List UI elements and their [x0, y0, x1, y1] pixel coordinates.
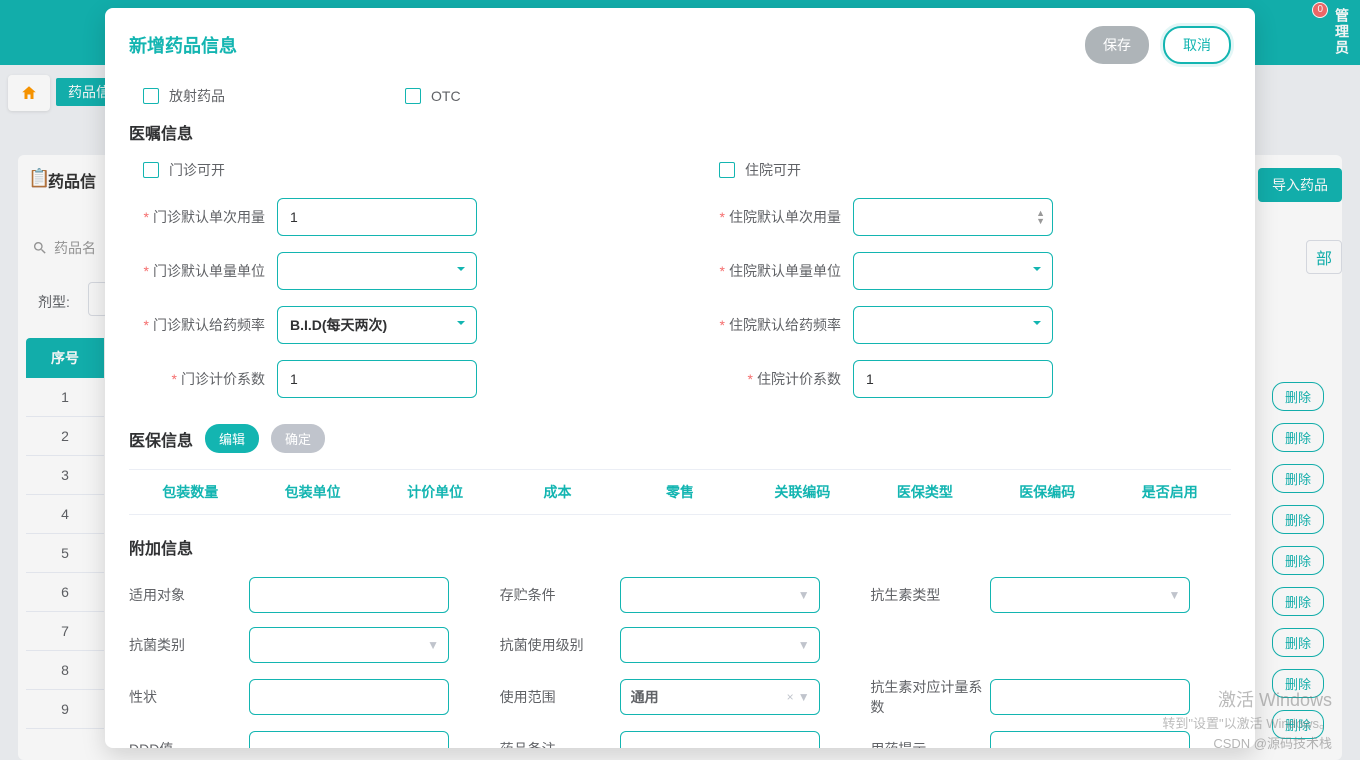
checkbox-icon	[719, 162, 735, 178]
input-in-price-coef[interactable]	[853, 360, 1053, 398]
addinfo-row: 抗生素类型 ▼	[870, 577, 1231, 613]
addinfo-row: 用药提示	[870, 731, 1231, 748]
chevron-down-icon: ▼	[1168, 588, 1180, 602]
addinfo-input[interactable]	[990, 731, 1190, 748]
label-in-dose-unit: *住院默认单量单位	[705, 261, 853, 281]
select-out-freq[interactable]	[277, 306, 477, 344]
addinfo-label: 存贮条件	[500, 585, 620, 605]
label-out-price-coef: *门诊计价系数	[129, 369, 277, 389]
chevron-down-icon: ▼	[427, 638, 439, 652]
number-spinner[interactable]: ▲▼	[1036, 209, 1045, 225]
addinfo-input[interactable]	[249, 577, 449, 613]
modal-overlay: 新增药品信息 保存 取消 放射药品 OTC 医嘱信息 门诊可开 *门诊默认单次用…	[0, 0, 1360, 760]
addinfo-input[interactable]	[990, 679, 1190, 715]
addinfo-label: 使用范围	[500, 687, 620, 707]
modal-header: 新增药品信息 保存 取消	[105, 8, 1255, 80]
chevron-down-icon: ▼	[798, 638, 810, 652]
label-out-dose: *门诊默认单次用量	[129, 207, 277, 227]
medins-th: 关联编码	[741, 482, 863, 502]
modal-title: 新增药品信息	[129, 32, 237, 58]
cancel-button[interactable]: 取消	[1163, 26, 1231, 64]
input-out-price-coef[interactable]	[277, 360, 477, 398]
addinfo-input[interactable]	[620, 731, 820, 748]
select-in-dose-unit[interactable]	[853, 252, 1053, 290]
addinfo-select[interactable]	[620, 577, 820, 613]
section-order-info: 医嘱信息	[129, 120, 1231, 144]
medins-table: 包装数量包装单位计价单位成本零售关联编码医保类型医保编码是否启用	[129, 469, 1231, 515]
addinfo-input[interactable]	[249, 731, 449, 748]
addinfo-select[interactable]	[249, 627, 449, 663]
watermark-windows-sub: 转到"设置"以激活 Windows。	[1162, 713, 1332, 732]
addinfo-row: DDD值	[129, 731, 490, 748]
checkbox-outpatient-open[interactable]: 门诊可开	[143, 160, 655, 180]
label-in-dose: *住院默认单次用量	[705, 207, 853, 227]
addinfo-label: 抗生素对应计量系数	[870, 677, 990, 717]
addinfo-row: 抗菌类别 ▼	[129, 627, 490, 663]
medins-th: 医保编码	[986, 482, 1108, 502]
medins-edit-button[interactable]: 编辑	[205, 424, 259, 453]
addinfo-label: 性状	[129, 687, 249, 707]
watermark-windows: 激活 Windows	[1218, 686, 1332, 712]
addinfo-select[interactable]	[620, 627, 820, 663]
chevron-down-icon: ▼	[798, 588, 810, 602]
addinfo-label: DDD值	[129, 739, 249, 748]
label-out-freq: *门诊默认给药频率	[129, 315, 277, 335]
addinfo-input[interactable]	[249, 679, 449, 715]
addinfo-label: 药品备注	[500, 739, 620, 748]
medins-th: 计价单位	[374, 482, 496, 502]
input-in-dose[interactable]	[853, 198, 1053, 236]
addinfo-select[interactable]	[990, 577, 1190, 613]
addinfo-row: 使用范围 × ▼	[500, 677, 861, 717]
checkbox-inpatient-open[interactable]: 住院可开	[719, 160, 1231, 180]
medins-confirm-button[interactable]: 确定	[271, 424, 325, 453]
addinfo-row	[870, 627, 1231, 663]
addinfo-label: 用药提示	[870, 739, 990, 748]
medins-th: 成本	[496, 482, 618, 502]
modal-body[interactable]: 放射药品 OTC 医嘱信息 门诊可开 *门诊默认单次用量 *门诊默认单量单位	[105, 80, 1255, 748]
addinfo-row: 性状	[129, 677, 490, 717]
addinfo-row: 药品备注	[500, 731, 861, 748]
input-out-dose[interactable]	[277, 198, 477, 236]
addinfo-label: 抗菌类别	[129, 635, 249, 655]
clear-icon[interactable]: ×	[787, 690, 794, 704]
section-additional-info: 附加信息	[129, 535, 1231, 559]
addinfo-label: 抗菌使用级别	[500, 635, 620, 655]
checkbox-radiopharm[interactable]: 放射药品	[143, 86, 225, 106]
section-medins-info: 医保信息 编辑 确定	[129, 424, 1231, 453]
addinfo-row: 存贮条件 ▼	[500, 577, 861, 613]
medins-th: 医保类型	[864, 482, 986, 502]
checkbox-icon	[143, 88, 159, 104]
label-in-freq: *住院默认给药频率	[705, 315, 853, 335]
addinfo-label: 抗生素类型	[870, 585, 990, 605]
chevron-down-icon: ▼	[798, 690, 810, 704]
checkbox-otc[interactable]: OTC	[405, 88, 461, 104]
watermark-csdn: CSDN @源码技术栈	[1213, 733, 1332, 752]
spinner-down-icon[interactable]: ▼	[1036, 217, 1045, 225]
label-in-price-coef: *住院计价系数	[705, 369, 853, 389]
addinfo-row: 抗菌使用级别 ▼	[500, 627, 861, 663]
select-in-freq[interactable]	[853, 306, 1053, 344]
addinfo-label: 适用对象	[129, 585, 249, 605]
checkbox-icon	[143, 162, 159, 178]
modal: 新增药品信息 保存 取消 放射药品 OTC 医嘱信息 门诊可开 *门诊默认单次用…	[105, 8, 1255, 748]
addinfo-row: 抗生素对应计量系数	[870, 677, 1231, 717]
addinfo-row: 适用对象	[129, 577, 490, 613]
medins-th: 包装数量	[129, 482, 251, 502]
medins-th: 是否启用	[1109, 482, 1231, 502]
save-button[interactable]: 保存	[1085, 26, 1149, 64]
select-out-dose-unit[interactable]	[277, 252, 477, 290]
checkbox-icon	[405, 88, 421, 104]
medins-th: 零售	[619, 482, 741, 502]
label-out-dose-unit: *门诊默认单量单位	[129, 261, 277, 281]
medins-th: 包装单位	[251, 482, 373, 502]
